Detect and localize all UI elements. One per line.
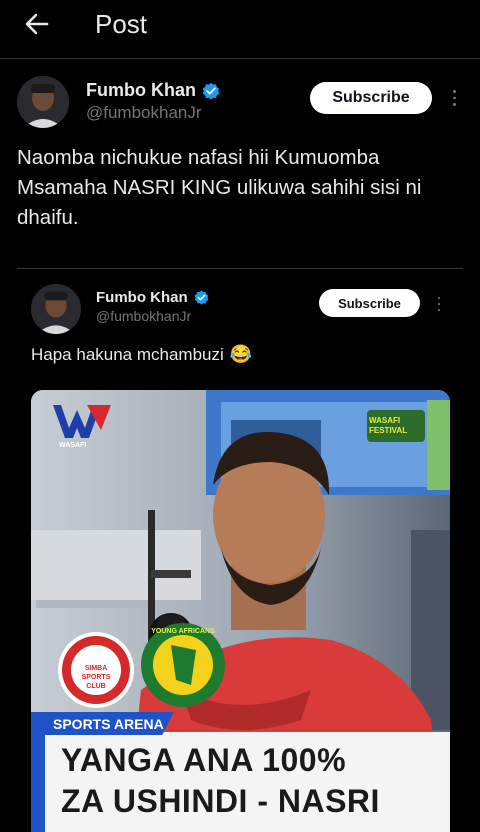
simba-logo-text: SIMBA SPORTS CLUB: [81, 665, 111, 690]
divider: [17, 268, 463, 269]
verified-badge-icon: [194, 290, 209, 305]
sports-arena-tag: SPORTS ARENA: [31, 712, 174, 735]
banner-accent-bar: [31, 732, 45, 832]
author-name[interactable]: Fumbo Khan: [86, 80, 220, 101]
back-arrow-icon[interactable]: [22, 9, 52, 39]
author-name-label: Fumbo Khan: [86, 80, 196, 100]
yanga-logo-text: YOUNG AFRICANS: [151, 628, 215, 635]
divider: [0, 58, 480, 59]
quote-text-label: Hapa hakuna mchambuzi: [31, 344, 224, 364]
headline-line-2: ZA USHINDI - NASRI: [61, 783, 380, 819]
quote-subscribe-button[interactable]: Subscribe: [319, 289, 420, 317]
headline-line-1: YANGA ANA 100%: [61, 742, 347, 778]
more-options-icon[interactable]: [435, 295, 443, 313]
avatar[interactable]: [17, 76, 69, 128]
author-handle[interactable]: @fumbokhanJr: [86, 103, 202, 123]
top-bar: Post: [0, 0, 480, 52]
more-options-icon[interactable]: [449, 88, 459, 108]
laughing-emoji-icon: 😂: [229, 344, 253, 364]
channel-logo-text: WASAFI: [59, 442, 87, 449]
verified-badge-icon: [202, 82, 220, 100]
quote-author-handle[interactable]: @fumbokhanJr: [96, 308, 191, 324]
quote-author-name[interactable]: Fumbo Khan: [96, 289, 209, 306]
subscribe-button[interactable]: Subscribe: [310, 82, 432, 114]
festival-badge-text: WASAFI FESTIVAL: [369, 416, 408, 435]
page-title: Post: [95, 9, 148, 39]
post-text: Naomba nichukue nafasi hii Kumuomba Msam…: [17, 146, 422, 229]
quote-author-name-label: Fumbo Khan: [96, 289, 188, 306]
post-media-image[interactable]: WASAFI WASAFI FESTIVAL SIMBA SPORTS CLUB…: [31, 390, 450, 832]
quote-text: Hapa hakuna mchambuzi 😂: [31, 344, 252, 365]
avatar[interactable]: [31, 284, 81, 334]
